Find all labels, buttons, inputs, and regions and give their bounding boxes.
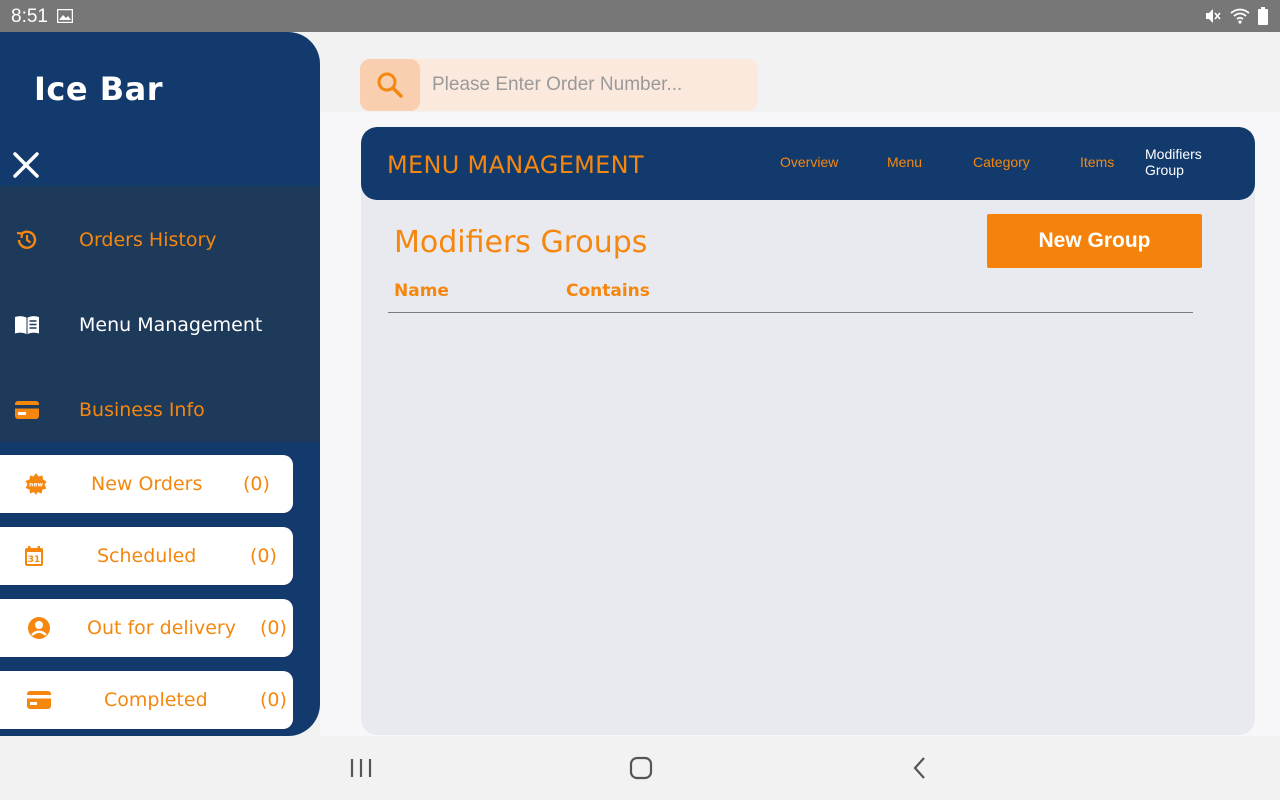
wifi-icon (1230, 8, 1250, 29)
book-open-icon (14, 312, 40, 338)
battery-icon (1258, 7, 1268, 30)
svg-text:new: new (29, 482, 43, 489)
tab-items[interactable]: Items (1080, 154, 1114, 170)
svg-text:31: 31 (28, 555, 41, 565)
credit-card-icon (27, 688, 51, 712)
calendar-icon: 31 (22, 544, 46, 568)
status-count: (0) (243, 473, 270, 495)
tab-category[interactable]: Category (973, 154, 1030, 170)
system-navigation-bar (0, 736, 1280, 800)
column-header-name: Name (394, 281, 449, 301)
person-icon (27, 616, 51, 640)
card-header: MENU MANAGEMENT Overview Menu Category I… (361, 127, 1255, 200)
history-icon (14, 227, 40, 253)
new-group-button[interactable]: New Group (987, 214, 1202, 268)
status-label: New Orders (91, 473, 203, 495)
status-card-new-orders[interactable]: new New Orders (0) (0, 455, 293, 513)
sidebar-item-label: Menu Management (79, 314, 263, 336)
menu-management-card: MENU MANAGEMENT Overview Menu Category I… (361, 127, 1255, 735)
recent-apps-icon (350, 759, 372, 777)
new-badge-icon: new (24, 472, 48, 496)
sidebar-nav: Orders History Menu Management Business … (0, 186, 320, 442)
status-label: Scheduled (97, 545, 197, 567)
tab-overview[interactable]: Overview (780, 154, 838, 170)
home-icon (629, 756, 653, 780)
sidebar-item-business-info[interactable]: Business Info (0, 368, 320, 452)
status-count: (0) (260, 689, 287, 711)
search-button[interactable] (360, 59, 420, 111)
status-bar: 8:51 (0, 0, 1280, 32)
back-button[interactable] (910, 756, 930, 785)
page-title: MENU MANAGEMENT (387, 151, 644, 179)
search-bar (360, 59, 758, 111)
section-title: Modifiers Groups (394, 225, 648, 260)
status-count: (0) (250, 545, 277, 567)
status-card-completed[interactable]: Completed (0) (0, 671, 293, 729)
status-card-out-for-delivery[interactable]: Out for delivery (0) (0, 599, 293, 657)
home-button[interactable] (629, 756, 653, 785)
status-label: Out for delivery (87, 617, 236, 639)
mute-icon (1204, 7, 1222, 30)
brand-name: Ice Bar (34, 70, 163, 108)
sidebar-item-orders-history[interactable]: Orders History (0, 198, 320, 282)
back-icon (913, 757, 925, 779)
status-count: (0) (260, 617, 287, 639)
sidebar-item-label: Business Info (79, 399, 205, 421)
status-label: Completed (104, 689, 208, 711)
tab-modifiers-group[interactable]: Modifiers Group (1145, 146, 1215, 178)
sidebar-item-menu-management[interactable]: Menu Management (0, 283, 320, 367)
credit-card-icon (14, 397, 40, 423)
image-icon (56, 8, 74, 28)
clock: 8:51 (11, 6, 48, 27)
search-icon (377, 72, 403, 98)
status-card-scheduled[interactable]: 31 Scheduled (0) (0, 527, 293, 585)
column-header-contains: Contains (566, 281, 650, 301)
recent-apps-button[interactable] (350, 756, 372, 785)
close-sidebar-button[interactable] (12, 151, 40, 179)
tab-menu[interactable]: Menu (887, 154, 922, 170)
close-icon (13, 152, 39, 178)
table-divider (388, 312, 1193, 313)
sidebar-item-label: Orders History (79, 229, 217, 251)
order-number-search-input[interactable] (432, 59, 752, 111)
sidebar: Ice Bar Orders History Menu Management B… (0, 32, 320, 736)
